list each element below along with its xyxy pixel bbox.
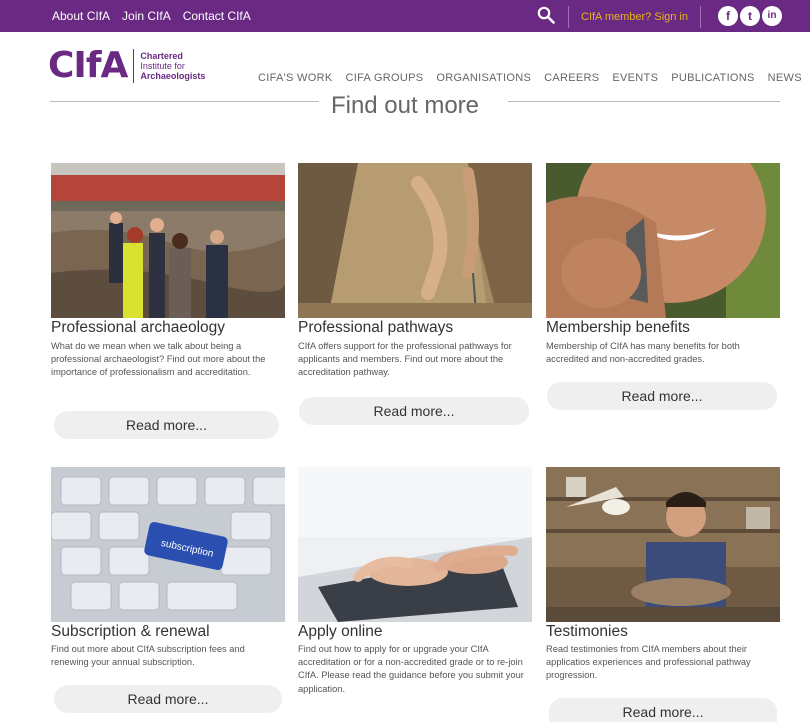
card-description: CIfA offers support for the professional…	[298, 341, 512, 378]
nav-careers[interactable]: CAREERS	[544, 72, 599, 84]
card-description: Read testimonies from CIfA members about…	[546, 644, 751, 681]
card-image-apply-online[interactable]	[298, 467, 532, 622]
read-more-button[interactable]: Read more...	[547, 382, 777, 410]
top-bar: About CIfA Join CIfA Contact CIfA CIfA m…	[0, 0, 810, 32]
facebook-icon[interactable]: f	[718, 6, 738, 26]
logo-text: Chartered Institute for Archaeologists	[140, 51, 205, 81]
nav-cifas-work[interactable]: CIFA'S WORK	[258, 72, 332, 84]
nav-events[interactable]: EVENTS	[612, 72, 658, 84]
read-more-button[interactable]: Read more...	[299, 397, 529, 425]
card-image-membership-benefits[interactable]	[546, 163, 780, 318]
about-link[interactable]: About CIfA	[52, 9, 110, 23]
logo-mark: CIfA	[48, 45, 128, 86]
card-title[interactable]: Apply online	[298, 623, 382, 641]
nav-publications[interactable]: PUBLICATIONS	[671, 72, 754, 84]
top-links: About CIfA Join CIfA Contact CIfA	[52, 9, 251, 23]
logo-line-1: Chartered	[140, 51, 183, 61]
logo-line-2: Institute for	[140, 61, 185, 71]
signin-link[interactable]: CIfA member? Sign in	[568, 6, 701, 28]
read-more-button[interactable]: Read more...	[54, 411, 279, 439]
contact-link[interactable]: Contact CIfA	[183, 9, 251, 23]
logo-line-3: Archaeologists	[140, 71, 206, 81]
card-title[interactable]: Professional archaeology	[51, 319, 225, 337]
logo-divider	[133, 49, 135, 83]
search-icon[interactable]	[537, 6, 555, 24]
card-title[interactable]: Subscription & renewal	[51, 623, 210, 641]
nav-news[interactable]: NEWS	[768, 72, 802, 84]
read-more-button[interactable]: Read more...	[549, 698, 777, 722]
card-title[interactable]: Membership benefits	[546, 319, 690, 337]
main-nav: CIFA'S WORK CIFA GROUPS ORGANISATIONS CA…	[258, 72, 802, 84]
twitter-icon[interactable]: t	[740, 6, 760, 26]
nav-organisations[interactable]: ORGANISATIONS	[436, 72, 531, 84]
card-image-professional-pathways[interactable]	[298, 163, 532, 318]
nav-cifa-groups[interactable]: CIFA GROUPS	[345, 72, 423, 84]
card-title[interactable]: Testimonies	[546, 623, 628, 641]
card-image-professional-archaeology[interactable]	[51, 163, 285, 318]
card-image-testimonies[interactable]	[546, 467, 780, 622]
linkedin-icon[interactable]: in	[762, 6, 782, 26]
card-description: Find out more about CIfA subscription fe…	[51, 644, 245, 668]
cifa-logo[interactable]: CIfA Chartered Institute for Archaeologi…	[48, 44, 205, 88]
card-title[interactable]: Professional pathways	[298, 319, 453, 337]
card-description: Membership of CIfA has many benefits for…	[546, 341, 740, 365]
card-image-subscription-renewal[interactable]: subscription	[51, 467, 285, 622]
read-more-button[interactable]: Read more...	[54, 685, 282, 713]
card-description: What do we mean when we talk about being…	[51, 341, 266, 378]
section-title: Find out more	[0, 92, 810, 120]
card-description: Find out how to apply for or upgrade you…	[298, 644, 524, 694]
join-link[interactable]: Join CIfA	[122, 9, 171, 23]
